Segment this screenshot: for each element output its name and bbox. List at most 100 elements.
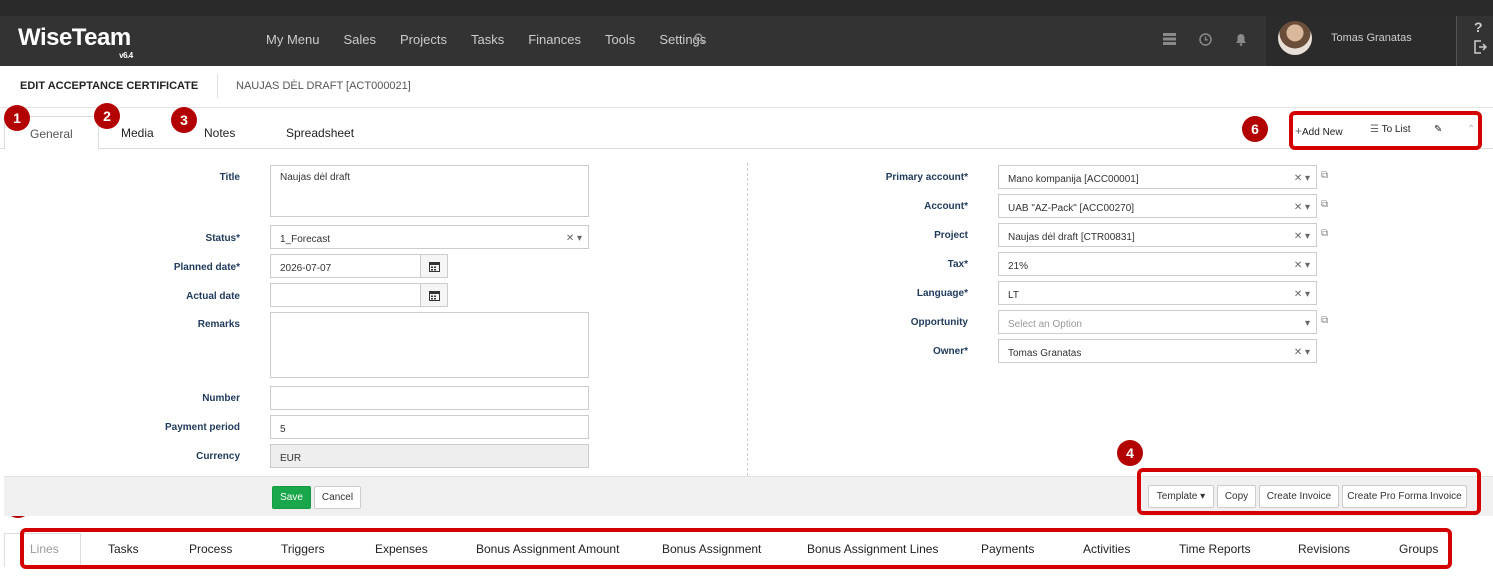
header-divider: [217, 74, 218, 98]
project-select[interactable]: Naujas dėl draft [CTR00831] ✕ ▾: [998, 223, 1317, 247]
to-list-button[interactable]: ☰ To List: [1370, 124, 1410, 135]
nav-finances[interactable]: Finances: [528, 32, 581, 47]
add-new-button[interactable]: +Add New: [1295, 124, 1343, 138]
create-pro-forma-button[interactable]: Create Pro Forma Invoice: [1342, 485, 1467, 508]
caret-icon[interactable]: ▾: [1305, 318, 1310, 329]
stack-icon[interactable]: [1162, 33, 1176, 47]
currency-label: Currency: [196, 451, 240, 462]
app-logo[interactable]: WiseTeam v6.4: [18, 24, 133, 60]
language-label: Language*: [916, 288, 968, 299]
tab-tasks[interactable]: Tasks: [108, 542, 139, 556]
column-divider: [747, 163, 748, 476]
callout-badge-4: 4: [1117, 440, 1143, 466]
plus-icon: +: [1295, 124, 1303, 138]
language-select[interactable]: LT ✕ ▾: [998, 281, 1317, 305]
tab-bonus-assignment[interactable]: Bonus Assignment: [662, 542, 761, 556]
clock-icon[interactable]: [1198, 33, 1212, 47]
search-icon[interactable]: [694, 33, 705, 47]
status-select[interactable]: 1_Forecast ✕ ▾: [270, 225, 589, 249]
nav-tools[interactable]: Tools: [605, 32, 635, 47]
avatar[interactable]: [1278, 21, 1312, 55]
nav-my-menu[interactable]: My Menu: [266, 32, 319, 47]
clear-caret-icon[interactable]: ✕ ▾: [1294, 231, 1310, 242]
remarks-textarea[interactable]: [270, 312, 589, 378]
primary-account-value: Mano kompanija [ACC00001]: [1008, 174, 1139, 185]
account-select[interactable]: UAB "AZ-Pack" [ACC00270] ✕ ▾: [998, 194, 1317, 218]
collapse-chevron-icon[interactable]: ⌃: [1467, 124, 1475, 135]
window-top-strip: [0, 0, 1493, 16]
create-invoice-button[interactable]: Create Invoice: [1259, 485, 1339, 508]
open-link-icon[interactable]: ⧉: [1321, 228, 1328, 239]
tab-time-reports[interactable]: Time Reports: [1179, 542, 1251, 556]
currency-field: EUR: [270, 444, 589, 468]
tab-media[interactable]: Media: [121, 126, 154, 140]
copy-button[interactable]: Copy: [1217, 485, 1256, 508]
cancel-button[interactable]: Cancel: [314, 486, 361, 509]
open-link-icon[interactable]: ⧉: [1321, 199, 1328, 210]
status-label: Status*: [205, 233, 240, 244]
primary-account-label: Primary account*: [885, 172, 968, 183]
add-new-label: Add New: [1302, 127, 1343, 138]
actual-calendar-icon[interactable]: [420, 283, 448, 307]
title-field[interactable]: Naujas dėl draft: [270, 165, 589, 217]
tab-revisions[interactable]: Revisions: [1298, 542, 1350, 556]
clear-caret-icon[interactable]: ✕ ▾: [1294, 289, 1310, 300]
tab-groups[interactable]: Groups: [1399, 542, 1438, 556]
opportunity-select[interactable]: Select an Option ▾: [998, 310, 1317, 334]
clear-caret-icon[interactable]: ✕ ▾: [566, 233, 582, 244]
tab-bonus-assignment-lines[interactable]: Bonus Assignment Lines: [807, 542, 938, 556]
main-menu: My Menu Sales Projects Tasks Finances To…: [266, 32, 730, 47]
planned-calendar-icon[interactable]: [420, 254, 448, 278]
clear-caret-icon[interactable]: ✕ ▾: [1294, 260, 1310, 271]
owner-select[interactable]: Tomas Granatas ✕ ▾: [998, 339, 1317, 363]
clear-caret-icon[interactable]: ✕ ▾: [1294, 202, 1310, 213]
planned-date-label: Planned date*: [173, 262, 240, 273]
number-input[interactable]: [270, 386, 589, 410]
callout-badge-3: 3: [171, 107, 197, 133]
logo-text: WiseTeam: [18, 24, 131, 51]
project-value: Naujas dėl draft [CTR00831]: [1008, 232, 1135, 243]
save-button[interactable]: Save: [272, 486, 311, 509]
actual-date-label: Actual date: [186, 291, 240, 302]
tab-triggers[interactable]: Triggers: [281, 542, 325, 556]
tab-expenses[interactable]: Expenses: [375, 542, 428, 556]
opportunity-placeholder: Select an Option: [1008, 319, 1082, 330]
primary-account-select[interactable]: Mano kompanija [ACC00001] ✕ ▾: [998, 165, 1317, 189]
open-link-icon[interactable]: ⧉: [1321, 170, 1328, 181]
to-list-label: To List: [1381, 124, 1411, 135]
clear-caret-icon[interactable]: ✕ ▾: [1294, 347, 1310, 358]
tab-payments[interactable]: Payments: [981, 542, 1034, 556]
record-toolbar-highlight: +Add New ☰ To List ✎ ⌃: [1289, 111, 1482, 150]
tab-bonus-assignment-amount[interactable]: Bonus Assignment Amount: [476, 542, 619, 556]
tab-lines[interactable]: Lines: [30, 542, 59, 556]
logout-icon[interactable]: [1473, 40, 1488, 57]
tab-process[interactable]: Process: [189, 542, 232, 556]
tax-select[interactable]: 21% ✕ ▾: [998, 252, 1317, 276]
planned-date-input[interactable]: 2026-07-07: [270, 254, 421, 278]
user-name: Tomas Granatas: [1331, 32, 1412, 44]
bell-icon[interactable]: [1234, 33, 1248, 47]
nav-projects[interactable]: Projects: [400, 32, 447, 47]
tab-activities[interactable]: Activities: [1083, 542, 1130, 556]
edit-pencil-icon[interactable]: ✎: [1434, 124, 1442, 135]
nav-sales[interactable]: Sales: [343, 32, 376, 47]
tax-value: 21%: [1008, 261, 1029, 272]
form-tabs: General Media Notes Spreadsheet: [0, 108, 1493, 150]
account-label: Account*: [924, 201, 968, 212]
clear-caret-icon[interactable]: ✕ ▾: [1294, 173, 1310, 184]
help-icon[interactable]: ?: [1474, 19, 1483, 35]
nav-tasks[interactable]: Tasks: [471, 32, 504, 47]
actual-date-input[interactable]: [270, 283, 421, 307]
user-panel[interactable]: Tomas Granatas: [1266, 16, 1456, 66]
callout-badge-6: 6: [1242, 116, 1268, 142]
owner-label: Owner*: [932, 346, 968, 357]
template-dropdown-button[interactable]: Template ▾: [1148, 485, 1214, 508]
page-header: EDIT ACCEPTANCE CERTIFICATE NAUJAS DĖL D…: [0, 66, 1493, 108]
open-link-icon[interactable]: ⧉: [1321, 315, 1328, 326]
list-icon: ☰: [1370, 124, 1379, 135]
tab-spreadsheet[interactable]: Spreadsheet: [286, 126, 354, 140]
status-value: 1_Forecast: [280, 234, 331, 245]
payment-period-input[interactable]: 5: [270, 415, 589, 439]
page-title: EDIT ACCEPTANCE CERTIFICATE: [20, 80, 199, 92]
tab-notes[interactable]: Notes: [204, 126, 235, 140]
